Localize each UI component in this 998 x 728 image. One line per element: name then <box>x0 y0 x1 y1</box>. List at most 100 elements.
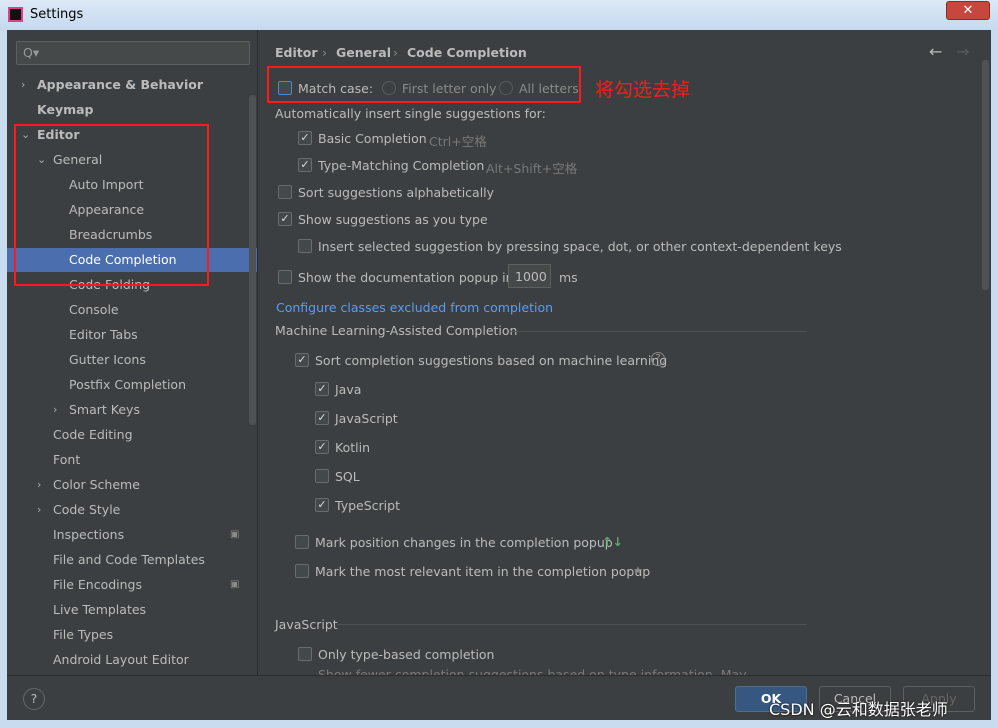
all-letters-radio[interactable] <box>499 81 513 95</box>
annotation-text: 将勾选去掉 <box>595 79 691 101</box>
main-scrollbar[interactable] <box>982 60 989 290</box>
lang-label: TypeScript <box>335 498 400 513</box>
js-section-title: JavaScript <box>275 617 338 632</box>
sidebar-item[interactable]: Live Templates <box>7 598 257 622</box>
all-letters-label: All letters <box>519 81 579 96</box>
sidebar-item[interactable]: Font <box>7 448 257 472</box>
sidebar-item-label: Editor Tabs <box>69 327 138 342</box>
sidebar-item-label: Live Templates <box>53 602 147 617</box>
sidebar-item-label: File Encodings <box>53 577 143 592</box>
lang-checkbox[interactable] <box>315 469 329 483</box>
title-bar: Settings ✕ <box>0 0 998 30</box>
breadcrumb-general[interactable]: General <box>336 45 391 60</box>
sidebar-item[interactable]: › Appearance & Behavior <box>7 73 257 97</box>
sidebar-scrollbar[interactable] <box>249 95 256 425</box>
close-button[interactable]: ✕ <box>946 1 990 20</box>
only-type-based-desc: Show fewer completion suggestions based … <box>318 667 747 675</box>
lang-label: JavaScript <box>335 411 398 426</box>
sort-alpha-label: Sort suggestions alphabetically <box>298 185 495 200</box>
breadcrumb-sep: › <box>393 45 398 60</box>
sidebar-item-label: Keymap <box>37 102 94 117</box>
lang-checkbox[interactable]: ✓ <box>315 440 329 454</box>
basic-completion-checkbox[interactable]: ✓ <box>298 131 312 145</box>
show-as-type-checkbox[interactable]: ✓ <box>278 212 292 226</box>
basic-completion-shortcut: Ctrl+空格 <box>429 134 487 149</box>
breadcrumb-sep: › <box>322 45 327 60</box>
insert-space-label: Insert selected suggestion by pressing s… <box>318 239 842 254</box>
sidebar-item[interactable]: File and Code Templates <box>7 548 257 572</box>
sidebar-item-label: Appearance & Behavior <box>37 77 203 92</box>
doc-popup-label: Show the documentation popup in <box>298 270 514 285</box>
first-letter-label: First letter only <box>402 81 497 96</box>
sidebar-item[interactable]: › Color Scheme <box>7 473 257 497</box>
basic-completion-label: Basic Completion <box>318 131 427 146</box>
chevron-right-icon[interactable]: › <box>37 498 41 522</box>
sidebar-item-label: Gutter Icons <box>69 352 146 367</box>
type-matching-shortcut: Alt+Shift+空格 <box>486 161 578 176</box>
sidebar-item[interactable]: Console <box>7 298 257 322</box>
sidebar-item[interactable]: › Smart Keys <box>7 398 257 422</box>
sidebar-item[interactable]: File Encodings ▣ <box>7 573 257 597</box>
sidebar-item[interactable]: Code Editing <box>7 423 257 447</box>
lang-label: SQL <box>335 469 360 484</box>
forward-arrow-icon[interactable]: → <box>956 42 969 61</box>
sidebar-item-label: Smart Keys <box>69 402 140 417</box>
ml-section-title: Machine Learning-Assisted Completion <box>275 323 518 338</box>
annotation-box-editor <box>14 124 209 286</box>
mark-relevant-checkbox[interactable] <box>295 564 309 578</box>
chevron-right-icon[interactable]: › <box>53 398 57 422</box>
match-case-checkbox[interactable] <box>278 81 292 95</box>
sidebar-item-label: File Types <box>53 627 114 642</box>
sidebar-item-label: Font <box>53 452 81 467</box>
chevron-right-icon[interactable]: › <box>21 73 25 97</box>
sidebar-item[interactable]: Android Layout Editor <box>7 648 257 672</box>
star-icon: ★ <box>633 564 643 577</box>
project-level-icon: ▣ <box>230 529 240 540</box>
sidebar-item[interactable]: › Code Style <box>7 498 257 522</box>
insert-space-checkbox[interactable] <box>298 239 312 253</box>
main-panel: Editor › General › Code Completion ← → M… <box>259 30 991 675</box>
breadcrumb-editor[interactable]: Editor <box>275 45 318 60</box>
up-down-arrows-icon: ↑↓ <box>602 534 623 549</box>
sidebar-item-label: Console <box>69 302 119 317</box>
sort-alpha-checkbox[interactable] <box>278 185 292 199</box>
only-type-based-label: Only type-based completion <box>318 647 495 662</box>
doc-delay-input[interactable]: 1000 <box>508 264 551 288</box>
sidebar-item-label: Color Scheme <box>53 477 140 492</box>
sidebar-item-label: Code Style <box>53 502 121 517</box>
sidebar-item[interactable]: Editor Tabs <box>7 323 257 347</box>
ml-sort-checkbox[interactable]: ✓ <box>295 353 309 367</box>
doc-popup-checkbox[interactable] <box>278 270 292 284</box>
lang-label: Kotlin <box>335 440 370 455</box>
divider <box>509 331 807 332</box>
sidebar-item[interactable]: Gutter Icons <box>7 348 257 372</box>
window-title: Settings <box>30 7 84 22</box>
settings-window: Q▾ › Appearance & Behavior Keymap ⌄ Editor ⌄ G… <box>7 30 991 720</box>
chevron-right-icon[interactable]: › <box>37 473 41 497</box>
breadcrumb-current: Code Completion <box>407 45 527 60</box>
ml-sort-label: Sort completion suggestions based on mac… <box>315 353 668 368</box>
first-letter-radio[interactable] <box>382 81 396 95</box>
lang-checkbox[interactable]: ✓ <box>315 382 329 396</box>
type-matching-checkbox[interactable]: ✓ <box>298 158 312 172</box>
only-type-based-checkbox[interactable] <box>298 647 312 661</box>
mark-position-checkbox[interactable] <box>295 535 309 549</box>
sidebar-item-label: Code Editing <box>53 427 133 442</box>
sidebar-item[interactable]: Inspections ▣ <box>7 523 257 547</box>
back-arrow-icon[interactable]: ← <box>929 42 942 61</box>
lang-checkbox[interactable]: ✓ <box>315 498 329 512</box>
sidebar-item[interactable]: Keymap <box>7 98 257 122</box>
configure-excluded-link[interactable]: Configure classes excluded from completi… <box>276 300 553 315</box>
help-button[interactable]: ? <box>23 688 45 710</box>
watermark: CSDN @云和数据张老师 <box>769 700 948 719</box>
sidebar-item[interactable]: File Types <box>7 623 257 647</box>
intellij-logo-icon <box>8 7 23 22</box>
search-input[interactable]: Q▾ <box>16 41 250 65</box>
sidebar-item[interactable]: Postfix Completion <box>7 373 257 397</box>
lang-label: Java <box>335 382 362 397</box>
show-as-type-label: Show suggestions as you type <box>298 212 488 227</box>
lang-checkbox[interactable]: ✓ <box>315 411 329 425</box>
sidebar-item-label: File and Code Templates <box>53 552 205 567</box>
help-icon[interactable]: ? <box>651 352 665 366</box>
mark-relevant-label: Mark the most relevant item in the compl… <box>315 564 651 579</box>
